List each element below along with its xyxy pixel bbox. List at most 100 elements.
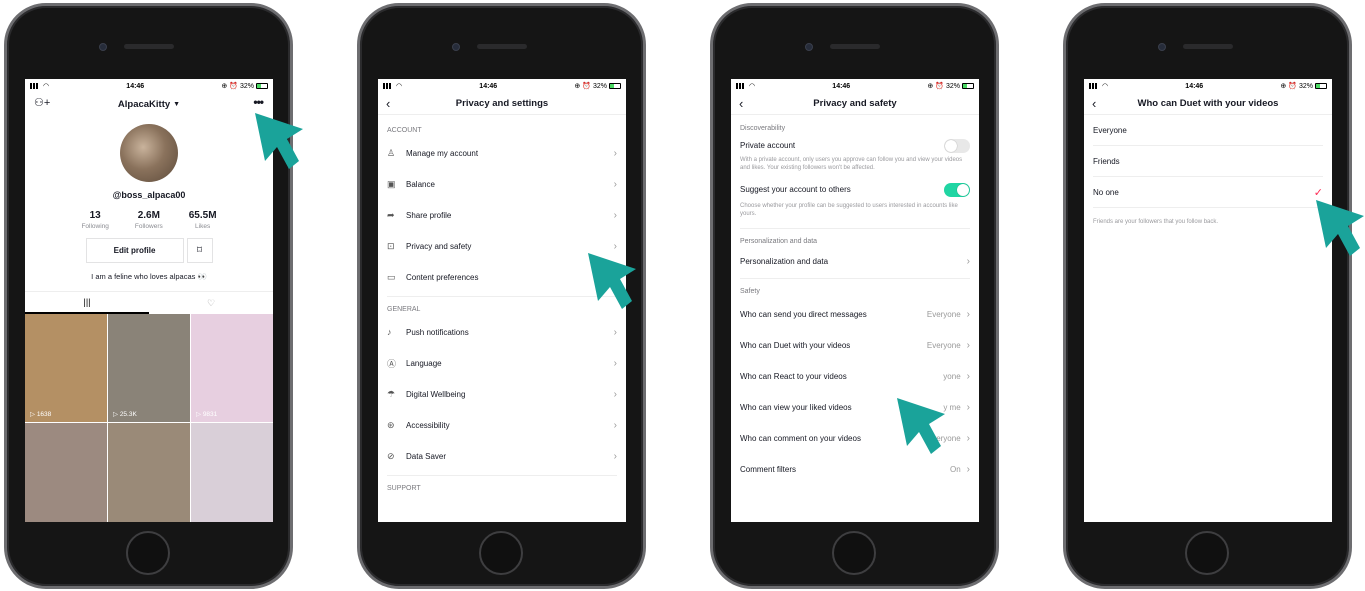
item-value: On bbox=[949, 464, 961, 474]
chevron-right-icon: › bbox=[613, 450, 617, 462]
battery-percent: 32% bbox=[945, 82, 960, 90]
bookmark-button[interactable]: ⌑ bbox=[186, 238, 213, 263]
option-friends[interactable]: Friends bbox=[1093, 146, 1323, 177]
chevron-right-icon: › bbox=[613, 178, 617, 190]
speaker-grille bbox=[477, 44, 527, 49]
avatar[interactable] bbox=[120, 124, 178, 182]
front-camera bbox=[1158, 43, 1166, 51]
profile-screen: ◠ 14:46 ⊕ ⏰ 32% ⚇+ AlpacaKitty ▼ ••• @boss_… bbox=[25, 79, 273, 522]
signal-icon bbox=[1089, 83, 1099, 89]
personalization-item[interactable]: Personalization and data › bbox=[731, 249, 979, 275]
stat-followers[interactable]: 2.6M Followers bbox=[135, 210, 163, 230]
video-tile[interactable]: ▷ 9831 bbox=[191, 314, 273, 422]
private-account-row: Private account bbox=[731, 136, 979, 156]
back-icon[interactable]: ‹ bbox=[739, 96, 743, 111]
video-icon: ▭ bbox=[387, 271, 396, 282]
item-label: Share profile bbox=[406, 210, 452, 220]
home-button[interactable] bbox=[1185, 531, 1229, 575]
safety-item-comment-filters[interactable]: Comment filters On › bbox=[731, 454, 979, 485]
status-time: 14:46 bbox=[832, 82, 851, 90]
tab-videos[interactable]: ||| bbox=[25, 292, 149, 314]
settings-item-digital-wellbeing[interactable]: ☂ Digital Wellbeing › bbox=[378, 379, 626, 410]
private-account-description: With a private account, only users you a… bbox=[740, 157, 963, 171]
chevron-down-icon[interactable]: ▼ bbox=[173, 101, 180, 108]
video-views: ▷ 1638 bbox=[30, 411, 52, 418]
option-no-one[interactable]: No one ✓ bbox=[1093, 177, 1323, 208]
lock-icon: ⊕ bbox=[574, 83, 581, 90]
video-grid: ▷ 1638 ▷ 25.3K ▷ 9831 bbox=[25, 314, 273, 522]
back-icon[interactable]: ‹ bbox=[386, 96, 390, 111]
video-tile[interactable]: ▷ 1638 bbox=[25, 314, 107, 422]
suggest-account-toggle[interactable] bbox=[944, 182, 970, 197]
item-label: Accessibility bbox=[406, 420, 450, 430]
safety-item-direct-messages[interactable]: Who can send you direct messages Everyone… bbox=[731, 299, 979, 330]
item-label: Data Saver bbox=[406, 451, 447, 461]
wifi-icon: ◠ bbox=[749, 83, 756, 90]
divider bbox=[740, 228, 970, 229]
settings-item-push-notifications[interactable]: ♪ Push notifications › bbox=[378, 317, 626, 348]
lock-icon: ⊕ bbox=[927, 83, 934, 90]
front-camera bbox=[805, 43, 813, 51]
pointer-arrow-icon bbox=[586, 251, 640, 313]
home-button[interactable] bbox=[479, 531, 523, 575]
status-bar: ◠ 14:46 ⊕ ⏰ 32% bbox=[1084, 79, 1332, 93]
item-label: Personalization and data bbox=[740, 257, 829, 266]
stat-following[interactable]: 13 Following bbox=[81, 210, 108, 230]
divider bbox=[740, 278, 970, 279]
item-value: yone bbox=[943, 371, 961, 381]
profile-stats: 13 Following 2.6M Followers 65.5M Likes bbox=[25, 210, 273, 230]
chevron-right-icon: › bbox=[966, 432, 970, 444]
status-time: 14:46 bbox=[479, 82, 498, 90]
home-button[interactable] bbox=[126, 531, 170, 575]
view-count: 1638 bbox=[36, 411, 52, 418]
alarm-icon: ⏰ bbox=[935, 83, 944, 90]
option-label: No one bbox=[1093, 187, 1119, 197]
video-tile[interactable] bbox=[191, 423, 273, 522]
settings-item-balance[interactable]: ▣ Balance › bbox=[378, 169, 626, 200]
chevron-right-icon: › bbox=[966, 339, 970, 351]
video-views: ▷ 9831 bbox=[196, 411, 218, 418]
umbrella-icon: ☂ bbox=[387, 388, 396, 399]
item-label: Manage my account bbox=[406, 148, 479, 158]
home-button[interactable] bbox=[832, 531, 876, 575]
duet-settings-screen: ◠ 14:46 ⊕ ⏰ 32% ‹ Who can Duet with your v… bbox=[1084, 79, 1332, 522]
video-tile[interactable] bbox=[108, 423, 190, 522]
safety-item-react[interactable]: Who can React to your videos yone › bbox=[731, 361, 979, 392]
settings-item-share-profile[interactable]: ➦ Share profile › bbox=[378, 200, 626, 231]
settings-item-language[interactable]: Ⓐ Language › bbox=[378, 348, 626, 379]
chevron-right-icon: › bbox=[966, 463, 970, 475]
lock-icon: ⊡ bbox=[387, 240, 395, 251]
stat-likes[interactable]: 65.5M Likes bbox=[189, 210, 217, 230]
video-tile[interactable]: ▷ 25.3K bbox=[108, 314, 190, 422]
battery-icon bbox=[1315, 83, 1327, 89]
back-icon[interactable]: ‹ bbox=[1092, 96, 1096, 111]
battery-percent: 32% bbox=[239, 82, 254, 90]
more-options-icon[interactable]: ••• bbox=[253, 95, 264, 109]
item-value: Everyone bbox=[926, 340, 961, 350]
wifi-icon: ◠ bbox=[1102, 83, 1109, 90]
page-title: Privacy and settings bbox=[455, 98, 549, 109]
settings-item-manage-account[interactable]: ♙ Manage my account › bbox=[378, 138, 626, 169]
add-user-icon[interactable]: ⚇+ bbox=[34, 96, 50, 109]
signal-icon bbox=[383, 83, 393, 89]
tab-liked[interactable]: ♡ bbox=[149, 292, 273, 314]
page-title: Privacy and safety bbox=[813, 98, 897, 109]
chevron-right-icon: › bbox=[613, 209, 617, 221]
edit-profile-button[interactable]: Edit profile bbox=[85, 238, 184, 263]
item-label: Who can Duet with your videos bbox=[740, 340, 851, 350]
chevron-right-icon: › bbox=[613, 357, 617, 369]
option-everyone[interactable]: Everyone bbox=[1093, 115, 1323, 146]
settings-item-data-saver[interactable]: ⊘ Data Saver › bbox=[378, 441, 626, 472]
wifi-icon: ◠ bbox=[43, 83, 50, 90]
profile-header: ⚇+ AlpacaKitty ▼ ••• bbox=[25, 93, 273, 115]
profile-tabs: ||| ♡ bbox=[25, 291, 273, 314]
video-tile[interactable] bbox=[25, 423, 107, 522]
pointer-arrow-icon bbox=[895, 396, 949, 458]
page-title: Who can Duet with your videos bbox=[1137, 98, 1279, 109]
safety-item-duet[interactable]: Who can Duet with your videos Everyone › bbox=[731, 330, 979, 361]
settings-item-accessibility[interactable]: ⊛ Accessibility › bbox=[378, 410, 626, 441]
profile-username[interactable]: AlpacaKitty bbox=[118, 99, 170, 110]
private-account-toggle[interactable] bbox=[944, 138, 970, 153]
item-label: Push notifications bbox=[406, 327, 469, 337]
phone-3: ◠ 14:46 ⊕ ⏰ 32% ‹ Privacy and safety Disco… bbox=[710, 3, 999, 589]
